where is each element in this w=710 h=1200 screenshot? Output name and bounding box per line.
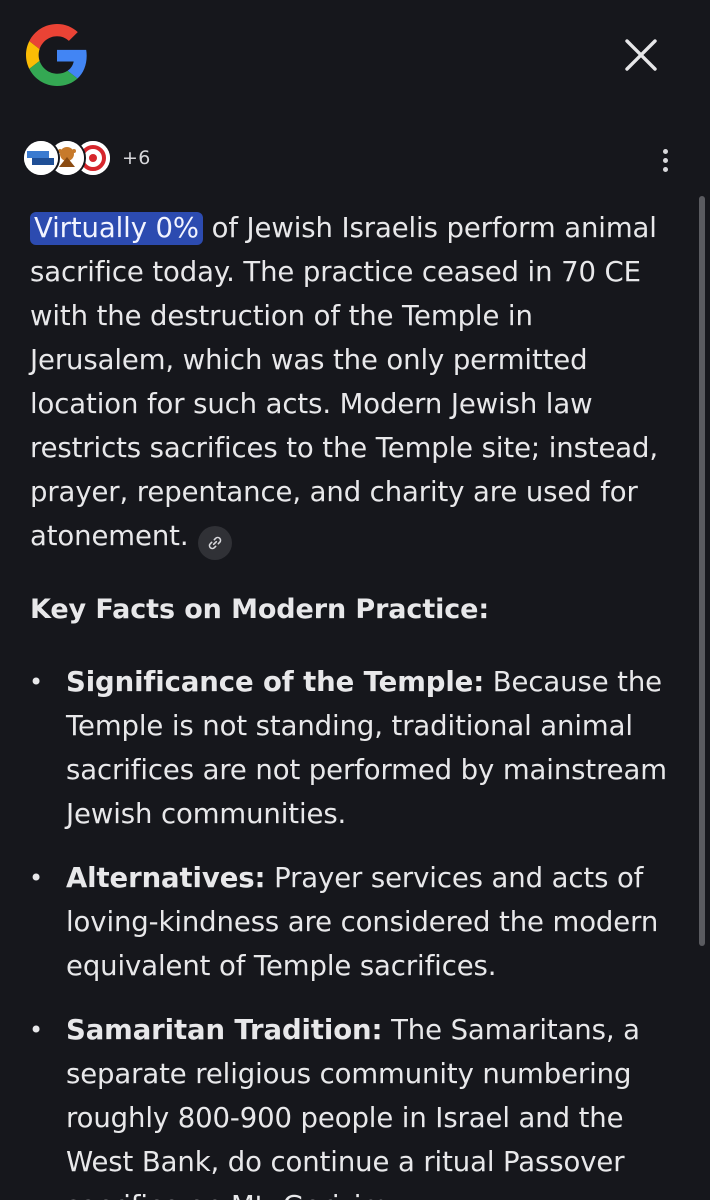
list-item: • Alternatives: Prayer services and acts … — [28, 856, 682, 988]
fact-label: Alternatives: — [66, 862, 266, 894]
close-icon — [625, 39, 657, 71]
close-button[interactable] — [614, 28, 668, 82]
summary-text: of Jewish Israelis perform animal sacrif… — [30, 212, 659, 552]
source-favicon[interactable] — [22, 139, 60, 177]
citation-link-button[interactable] — [198, 526, 233, 560]
key-facts-heading: Key Facts on Modern Practice: — [30, 594, 490, 625]
bullet: • — [28, 668, 44, 696]
sources-row[interactable]: +6 — [22, 138, 151, 178]
ai-overview-content: Virtually 0% of Jewish Israelis perform … — [28, 206, 682, 1200]
more-sources-count: +6 — [122, 147, 151, 169]
summary-paragraph: Virtually 0% of Jewish Israelis perform … — [30, 206, 682, 560]
fact-label: Samaritan Tradition: — [66, 1014, 383, 1046]
source-favicon-1-icon — [24, 141, 58, 175]
bullet: • — [28, 1016, 44, 1044]
link-icon — [209, 536, 222, 550]
fact-label: Significance of the Temple: — [66, 666, 485, 698]
list-item: • Samaritan Tradition: The Samaritans, a … — [28, 1008, 682, 1200]
more-options-button[interactable] — [644, 140, 686, 180]
list-item: • Significance of the Temple: Because the… — [28, 660, 682, 836]
key-facts-list: • Significance of the Temple: Because the… — [28, 660, 682, 1200]
bullet: • — [28, 864, 44, 892]
highlighted-answer: Virtually 0% — [30, 212, 203, 245]
scrollbar-thumb[interactable] — [699, 196, 705, 946]
google-g-logo — [26, 24, 87, 86]
more-vert-icon — [662, 148, 668, 172]
